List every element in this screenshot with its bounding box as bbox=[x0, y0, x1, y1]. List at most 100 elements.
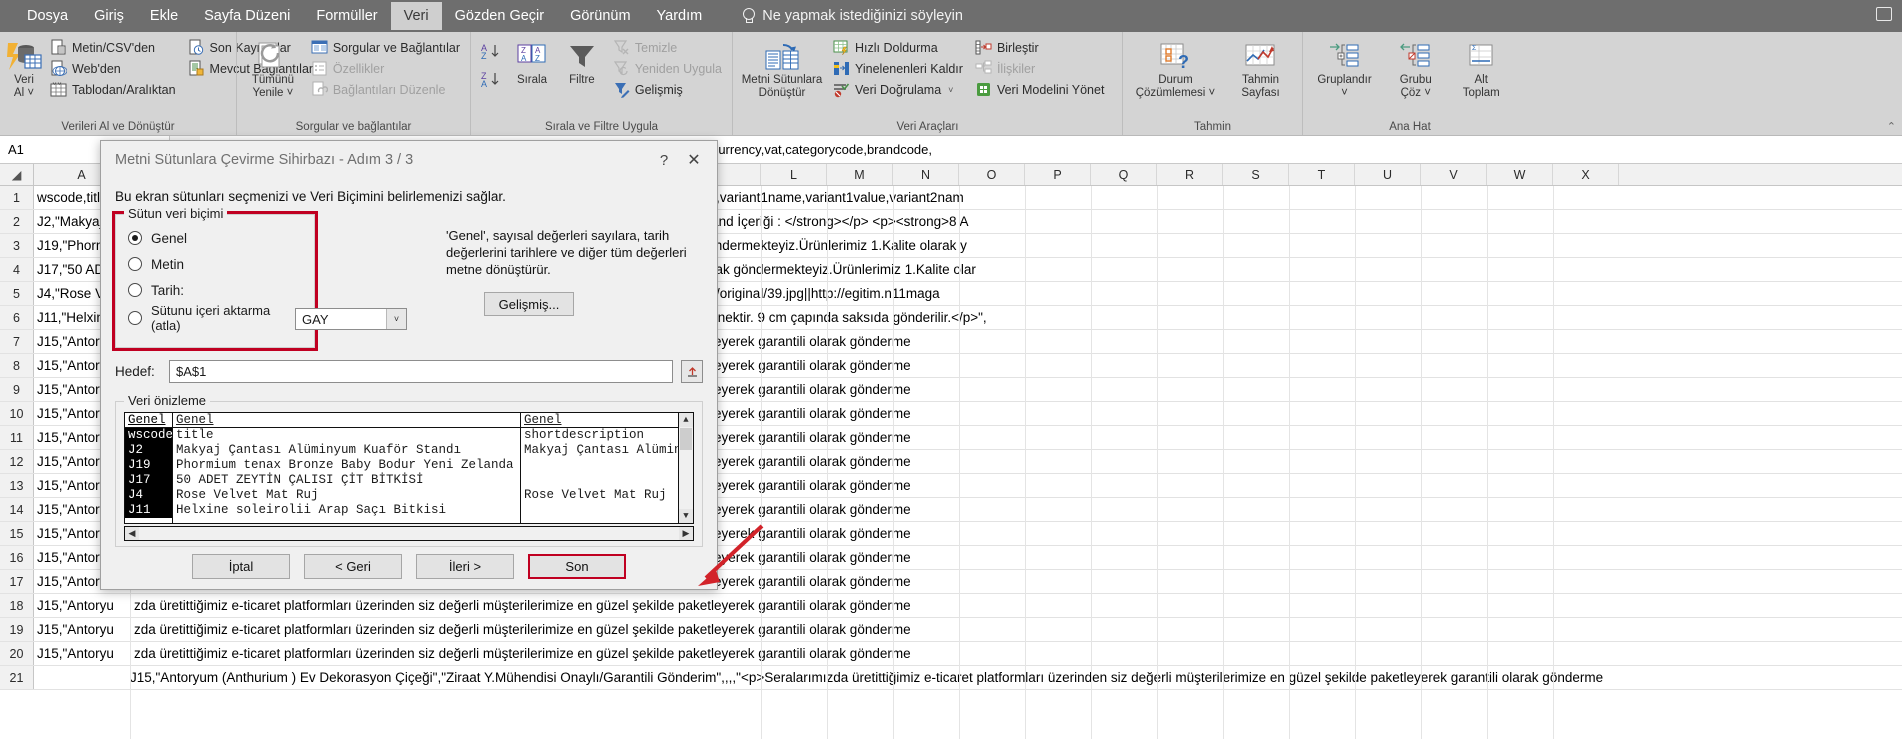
menu-item-ekle[interactable]: Ekle bbox=[137, 2, 191, 30]
column-header-P[interactable]: P bbox=[1025, 164, 1091, 185]
menu-item-sayfa-duzeni[interactable]: Sayfa Düzeni bbox=[191, 2, 303, 30]
column-header-O[interactable]: O bbox=[959, 164, 1025, 185]
chevron-down-icon[interactable]: ˅ bbox=[386, 309, 406, 329]
column-header-N[interactable]: N bbox=[893, 164, 959, 185]
menu-item-gorunum[interactable]: Görünüm bbox=[557, 2, 643, 30]
data-validation-chevron-down-icon[interactable]: ˅ bbox=[948, 85, 953, 95]
scroll-left-icon[interactable]: ◀ bbox=[125, 527, 139, 540]
sort-button[interactable]: ZAAZ Sırala bbox=[509, 36, 555, 87]
row-header[interactable]: 16 bbox=[0, 546, 34, 569]
radio-option-skip-column[interactable]: Sütunu içeri aktarma (atla) bbox=[128, 303, 302, 333]
table-row[interactable]: 20 J15,"Antoryu zda üretittiğimiz e-ticare… bbox=[0, 642, 1902, 666]
row-header[interactable]: 1 bbox=[0, 186, 34, 209]
menu-item-giris[interactable]: Giriş bbox=[81, 2, 137, 30]
advanced-filter-button[interactable]: Gelişmiş bbox=[609, 80, 726, 99]
column-header-U[interactable]: U bbox=[1355, 164, 1421, 185]
cell-column-a[interactable]: J15,"Antoryu bbox=[34, 594, 130, 617]
finish-button[interactable]: Son bbox=[528, 554, 626, 579]
from-table-range-button[interactable]: Tablodan/Aralıktan bbox=[46, 80, 180, 99]
radio-option-metin[interactable]: Metin bbox=[128, 251, 302, 277]
table-row[interactable]: 21 J15,"Antoryum (Anthurium ) Ev Dekorasy… bbox=[0, 666, 1902, 690]
row-header[interactable]: 20 bbox=[0, 642, 34, 665]
radio-option-tarih[interactable]: Tarih: bbox=[128, 277, 302, 303]
ungroup-button[interactable]: Grubu Çöz ˅ bbox=[1384, 36, 1447, 100]
cell-column-a[interactable]: J15,"Antoryu bbox=[34, 642, 130, 665]
menu-item-dosya[interactable]: Dosya bbox=[14, 2, 81, 30]
preview-column-2[interactable]: Genel title Makyaj Çantası Alüminyum Kua… bbox=[173, 413, 521, 523]
remove-duplicates-button[interactable]: Yinelenenleri Kaldır bbox=[829, 59, 967, 78]
row-header[interactable]: 3 bbox=[0, 234, 34, 257]
column-header-W[interactable]: W bbox=[1487, 164, 1553, 185]
sort-ascending-button[interactable]: AZ bbox=[481, 42, 505, 65]
cell-column-a[interactable] bbox=[34, 666, 130, 689]
menu-item-formuller[interactable]: Formüller bbox=[303, 2, 390, 30]
row-header[interactable]: 21 bbox=[0, 666, 34, 689]
cell-overflow-text[interactable]: zda üretittiğimiz e-ticaret platformları… bbox=[130, 594, 1902, 617]
column-header-V[interactable]: V bbox=[1421, 164, 1487, 185]
preview-horizontal-scrollbar[interactable]: ◀ ▶ bbox=[124, 526, 694, 541]
get-data-button[interactable]: Veri Al ˅ bbox=[6, 36, 42, 100]
column-header-S[interactable]: S bbox=[1223, 164, 1289, 185]
flash-fill-button[interactable]: Hızlı Doldurma bbox=[829, 38, 967, 57]
row-header[interactable]: 19 bbox=[0, 618, 34, 641]
forecast-sheet-button[interactable]: Tahmin Sayfası bbox=[1226, 36, 1296, 100]
row-header[interactable]: 18 bbox=[0, 594, 34, 617]
row-header[interactable]: 10 bbox=[0, 402, 34, 425]
scroll-up-icon[interactable]: ▲ bbox=[679, 413, 693, 427]
column-header-T[interactable]: T bbox=[1289, 164, 1355, 185]
tell-me-box[interactable]: Ne yapmak istediğinizi söyleyin bbox=[741, 8, 963, 24]
column-header-L[interactable]: L bbox=[761, 164, 827, 185]
from-text-csv-button[interactable]: Metin/CSV'den bbox=[46, 38, 180, 57]
advanced-button[interactable]: Gelişmiş... bbox=[484, 292, 574, 316]
row-header[interactable]: 12 bbox=[0, 450, 34, 473]
table-row[interactable]: 18 J15,"Antoryu zda üretittiğimiz e-ticare… bbox=[0, 594, 1902, 618]
menu-item-yardim[interactable]: Yardım bbox=[644, 2, 716, 30]
cell-overflow-text[interactable]: J15,"Antoryum (Anthurium ) Ev Dekorasyon… bbox=[130, 666, 1902, 689]
restore-window-icon[interactable] bbox=[1876, 7, 1892, 21]
what-if-analysis-button[interactable]: ? Durum Çözümlemesi ˅ bbox=[1130, 36, 1222, 100]
radio-option-genel[interactable]: Genel bbox=[128, 225, 302, 251]
row-header[interactable]: 17 bbox=[0, 570, 34, 593]
refresh-all-button[interactable]: Tümünü Yenile ˅ bbox=[243, 36, 303, 100]
row-header[interactable]: 6 bbox=[0, 306, 34, 329]
data-validation-button[interactable]: Veri Doğrulama ˅ bbox=[829, 80, 967, 99]
row-header[interactable]: 11 bbox=[0, 426, 34, 449]
row-header[interactable]: 5 bbox=[0, 282, 34, 305]
column-header-Q[interactable]: Q bbox=[1091, 164, 1157, 185]
filter-button[interactable]: Filtre bbox=[559, 36, 605, 87]
row-header[interactable]: 7 bbox=[0, 330, 34, 353]
back-button[interactable]: < Geri bbox=[304, 554, 402, 579]
table-row[interactable]: 19 J15,"Antoryu zda üretittiğimiz e-ticare… bbox=[0, 618, 1902, 642]
row-header[interactable]: 13 bbox=[0, 474, 34, 497]
subtotal-button[interactable]: Σ Alt Toplam bbox=[1451, 36, 1511, 100]
queries-connections-button[interactable]: Sorgular ve Bağlantılar bbox=[307, 38, 464, 57]
text-to-columns-button[interactable]: Metni Sütunlara Dönüştür bbox=[739, 36, 825, 100]
preview-column-1[interactable]: Genel wscode J2 J19 J17 J4 J11 bbox=[125, 413, 173, 523]
column-header-M[interactable]: M bbox=[827, 164, 893, 185]
row-header[interactable]: 14 bbox=[0, 498, 34, 521]
manage-data-model-button[interactable]: Veri Modelini Yönet bbox=[971, 80, 1108, 99]
row-header[interactable]: 4 bbox=[0, 258, 34, 281]
menu-item-gozden-gecir[interactable]: Gözden Geçir bbox=[442, 2, 557, 30]
menu-item-veri[interactable]: Veri bbox=[390, 2, 442, 30]
from-web-button[interactable]: Web'den bbox=[46, 59, 180, 78]
row-header[interactable]: 2 bbox=[0, 210, 34, 233]
row-header[interactable]: 15 bbox=[0, 522, 34, 545]
preview-column-3[interactable]: Genel shortdescription Makyaj Çantası Al… bbox=[521, 413, 691, 523]
date-format-select[interactable]: GAY ˅ bbox=[295, 308, 407, 330]
row-header[interactable]: 9 bbox=[0, 378, 34, 401]
column-header-X[interactable]: X bbox=[1553, 164, 1619, 185]
column-header-R[interactable]: R bbox=[1157, 164, 1223, 185]
cell-column-a[interactable]: J15,"Antoryu bbox=[34, 618, 130, 641]
destination-input[interactable]: $A$1 bbox=[169, 360, 673, 383]
consolidate-button[interactable]: Birleştir bbox=[971, 38, 1108, 57]
row-header[interactable]: 8 bbox=[0, 354, 34, 377]
data-preview-table[interactable]: Genel wscode J2 J19 J17 J4 J11 Genel tit… bbox=[124, 412, 694, 524]
help-icon[interactable]: ? bbox=[651, 147, 677, 173]
next-button[interactable]: İleri > bbox=[416, 554, 514, 579]
group-button[interactable]: Gruplandır ˅ bbox=[1309, 36, 1380, 100]
range-picker-icon[interactable] bbox=[681, 360, 703, 383]
cell-overflow-text[interactable]: zda üretittiğimiz e-ticaret platformları… bbox=[130, 618, 1902, 641]
scroll-down-icon[interactable]: ▼ bbox=[679, 509, 693, 523]
preview-vertical-scrollbar[interactable]: ▲ ▼ bbox=[678, 413, 693, 523]
